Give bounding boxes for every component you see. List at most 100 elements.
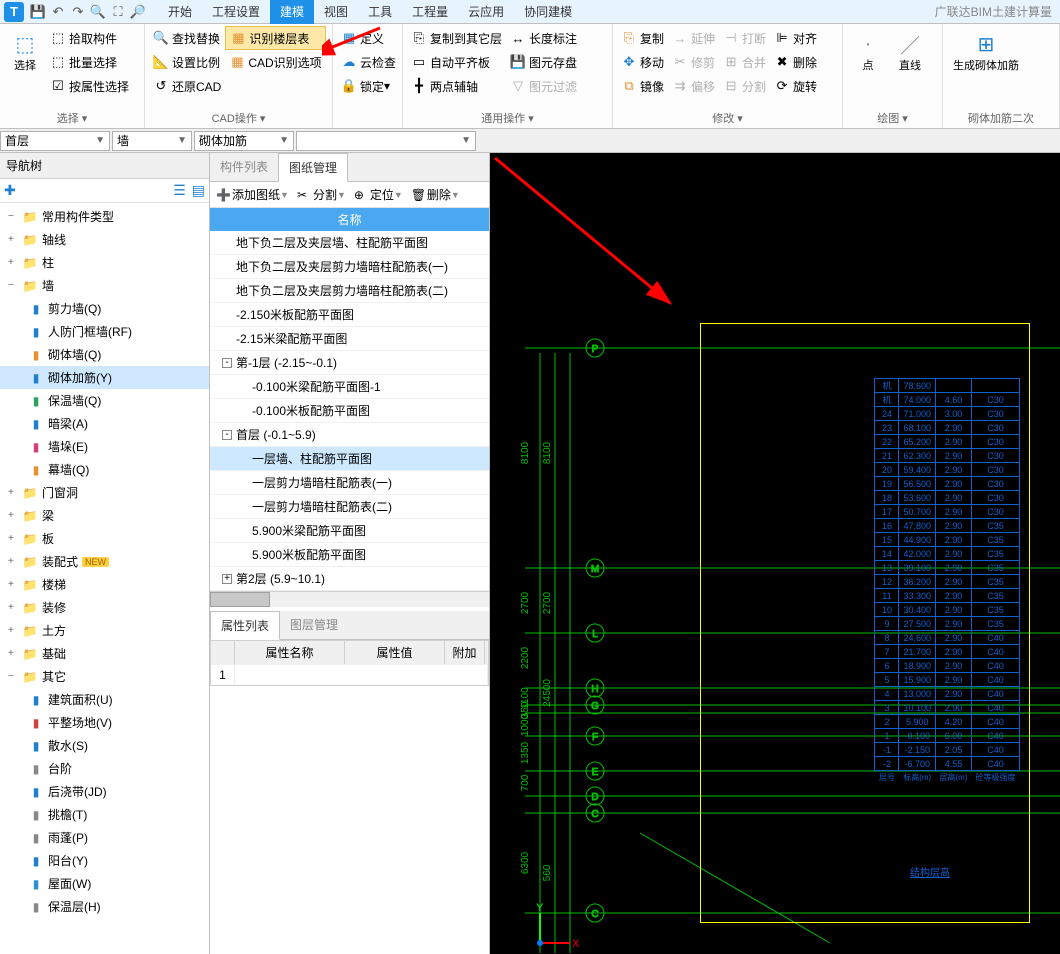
tree-item-保温墙(Q)[interactable]: ▮保温墙(Q) xyxy=(0,389,209,412)
btn-CAD识别选项[interactable]: ▦CAD识别选项 xyxy=(225,50,325,74)
drawing-canvas[interactable]: PMLHGFEDCC 81002700220011003501000135070… xyxy=(490,153,1060,954)
tree-group-门窗洞[interactable]: +📁门窗洞 xyxy=(0,481,209,504)
zoom-extents-icon[interactable]: ⛶ xyxy=(110,4,126,20)
tree-group-装修[interactable]: +📁装修 xyxy=(0,596,209,619)
horizontal-scrollbar[interactable] xyxy=(210,591,489,607)
drawing-row[interactable]: 一层剪力墙暗柱配筋表(一) xyxy=(210,471,489,495)
drawing-row[interactable]: 地下负二层及夹层剪力墙暗柱配筋表(一) xyxy=(210,255,489,279)
btn-图元过滤[interactable]: ▽图元过滤 xyxy=(506,74,581,98)
category-combo[interactable]: 墙▼ xyxy=(112,131,192,151)
btn-对齐[interactable]: ⊫对齐 xyxy=(770,26,821,50)
btn-图元存盘[interactable]: 💾图元存盘 xyxy=(506,50,581,74)
btn-旋转[interactable]: ⟳旋转 xyxy=(770,74,821,98)
split-button[interactable]: ✂分割 ▼ xyxy=(297,186,346,203)
delete-button[interactable]: 🗑删除 ▼ xyxy=(411,186,460,203)
tree-item-后浇带(JD)[interactable]: ▮后浇带(JD) xyxy=(0,780,209,803)
tree-item-墙垛(E)[interactable]: ▮墙垛(E) xyxy=(0,435,209,458)
drawing-row[interactable]: 一层墙、柱配筋平面图 xyxy=(210,447,489,471)
btn-查找替换[interactable]: 🔍查找替换 xyxy=(149,26,225,50)
tree-group-基础[interactable]: +📁基础 xyxy=(0,642,209,665)
floor-combo[interactable]: 首层▼ xyxy=(0,131,110,151)
tree-group-柱[interactable]: +📁柱 xyxy=(0,251,209,274)
drawing-row[interactable]: 地下负二层及夹层墙、柱配筋平面图 xyxy=(210,231,489,255)
tree-group-常用构件类型[interactable]: −📁常用构件类型 xyxy=(0,205,209,228)
tree-item-保温层(H)[interactable]: ▮保温层(H) xyxy=(0,895,209,918)
tree-item-阳台(Y)[interactable]: ▮阳台(Y) xyxy=(0,849,209,872)
drawing-row[interactable]: -2.15米梁配筋平面图 xyxy=(210,327,489,351)
drawing-row[interactable]: -第-1层 (-2.15~-0.1) xyxy=(210,351,489,375)
nav-tree[interactable]: −📁常用构件类型+📁轴线+📁柱−📁墙▮剪力墙(Q)▮人防门框墙(RF)▮砌体墙(… xyxy=(0,203,209,954)
drawing-row[interactable]: -0.100米板配筋平面图 xyxy=(210,399,489,423)
define-button[interactable]: ▦定义 xyxy=(337,26,400,50)
btn-偏移[interactable]: ⇉偏移 xyxy=(668,74,719,98)
tree-group-板[interactable]: +📁板 xyxy=(0,527,209,550)
drawing-row[interactable]: +第2层 (5.9~10.1) xyxy=(210,567,489,591)
btn-自动平齐板[interactable]: ▭自动平齐板 xyxy=(407,50,506,74)
subtype-combo[interactable]: 砌体加筋▼ xyxy=(194,131,294,151)
member-combo[interactable]: ▼ xyxy=(296,131,476,151)
grid-view-icon[interactable]: ▤ xyxy=(192,182,205,199)
btn-设置比例[interactable]: 📐设置比例 xyxy=(149,50,225,74)
tree-item-剪力墙(Q)[interactable]: ▮剪力墙(Q) xyxy=(0,297,209,320)
tree-group-墙[interactable]: −📁墙 xyxy=(0,274,209,297)
tree-item-砌体加筋(Y)[interactable]: ▮砌体加筋(Y) xyxy=(0,366,209,389)
tree-item-台阶[interactable]: ▮台阶 xyxy=(0,757,209,780)
proptab-属性列表[interactable]: 属性列表 xyxy=(210,611,280,640)
tree-item-暗梁(A)[interactable]: ▮暗梁(A) xyxy=(0,412,209,435)
btn-复制到其它层[interactable]: ⎘复制到其它层 xyxy=(407,26,506,50)
btn-分割[interactable]: ⊟分割 xyxy=(719,74,770,98)
tree-item-散水(S)[interactable]: ▮散水(S) xyxy=(0,734,209,757)
add-icon[interactable]: ✚ xyxy=(4,182,16,199)
cloud-check-button[interactable]: ☁云检查 xyxy=(337,50,400,74)
drawing-row[interactable]: 地下负二层及夹层剪力墙暗柱配筋表(二) xyxy=(210,279,489,303)
btn-还原CAD[interactable]: ↺还原CAD xyxy=(149,74,225,98)
btn-延伸[interactable]: →延伸 xyxy=(668,26,719,50)
tree-item-人防门框墙(RF)[interactable]: ▮人防门框墙(RF) xyxy=(0,320,209,343)
undo-icon[interactable]: ↶ xyxy=(50,4,66,20)
drawing-row[interactable]: 5.900米梁配筋平面图 xyxy=(210,519,489,543)
midtab-构件列表[interactable]: 构件列表 xyxy=(210,153,278,181)
line-button[interactable]: ／直线 xyxy=(889,26,931,108)
tab-工程量[interactable]: 工程量 xyxy=(402,0,458,24)
tree-item-挑檐(T)[interactable]: ▮挑檐(T) xyxy=(0,803,209,826)
point-button[interactable]: ·点 xyxy=(847,26,889,108)
proptab-图层管理[interactable]: 图层管理 xyxy=(280,611,348,639)
tree-item-建筑面积(U)[interactable]: ▮建筑面积(U) xyxy=(0,688,209,711)
btn-识别楼层表[interactable]: ▦识别楼层表 xyxy=(225,26,325,50)
list-view-icon[interactable]: ☰ xyxy=(173,182,186,199)
btn-批量选择[interactable]: ⬚批量选择 xyxy=(46,50,133,74)
tree-item-雨蓬(P)[interactable]: ▮雨蓬(P) xyxy=(0,826,209,849)
btn-删除[interactable]: ✖删除 xyxy=(770,50,821,74)
tab-开始[interactable]: 开始 xyxy=(158,0,202,24)
tree-group-土方[interactable]: +📁土方 xyxy=(0,619,209,642)
tree-group-轴线[interactable]: +📁轴线 xyxy=(0,228,209,251)
tab-视图[interactable]: 视图 xyxy=(314,0,358,24)
tree-item-平整场地(V)[interactable]: ▮平整场地(V) xyxy=(0,711,209,734)
select-button[interactable]: ⬚ 选择 xyxy=(4,26,46,108)
redo-icon[interactable]: ↷ xyxy=(70,4,86,20)
mirror-button[interactable]: ⧉镜像 xyxy=(617,74,668,98)
tree-item-砌体墙(Q)[interactable]: ▮砌体墙(Q) xyxy=(0,343,209,366)
move-button[interactable]: ✥移动 xyxy=(617,50,668,74)
btn-拾取构件[interactable]: ⬚拾取构件 xyxy=(46,26,133,50)
tree-group-梁[interactable]: +📁梁 xyxy=(0,504,209,527)
tree-group-其它[interactable]: −📁其它 xyxy=(0,665,209,688)
tree-item-幕墙(Q)[interactable]: ▮幕墙(Q) xyxy=(0,458,209,481)
tree-group-楼梯[interactable]: +📁楼梯 xyxy=(0,573,209,596)
btn-打断[interactable]: ⊣打断 xyxy=(719,26,770,50)
locate-button[interactable]: ⊕定位 ▼ xyxy=(354,186,403,203)
drawing-row[interactable]: -2.150米板配筋平面图 xyxy=(210,303,489,327)
lock-button[interactable]: 🔒锁定 ▾ xyxy=(337,74,400,98)
btn-修剪[interactable]: ✂修剪 xyxy=(668,50,719,74)
tab-建模[interactable]: 建模 xyxy=(270,0,314,24)
btn-按属性选择[interactable]: ☑按属性选择 xyxy=(46,74,133,98)
save-icon[interactable]: 💾 xyxy=(30,4,46,20)
tab-协同建模[interactable]: 协同建模 xyxy=(514,0,582,24)
drawing-row[interactable]: 一层剪力墙暗柱配筋表(二) xyxy=(210,495,489,519)
drawing-row[interactable]: -首层 (-0.1~5.9) xyxy=(210,423,489,447)
tab-工程设置[interactable]: 工程设置 xyxy=(202,0,270,24)
find-icon[interactable]: 🔎 xyxy=(130,4,146,20)
tab-云应用[interactable]: 云应用 xyxy=(458,0,514,24)
drawing-row[interactable]: -0.100米梁配筋平面图-1 xyxy=(210,375,489,399)
tab-工具[interactable]: 工具 xyxy=(358,0,402,24)
